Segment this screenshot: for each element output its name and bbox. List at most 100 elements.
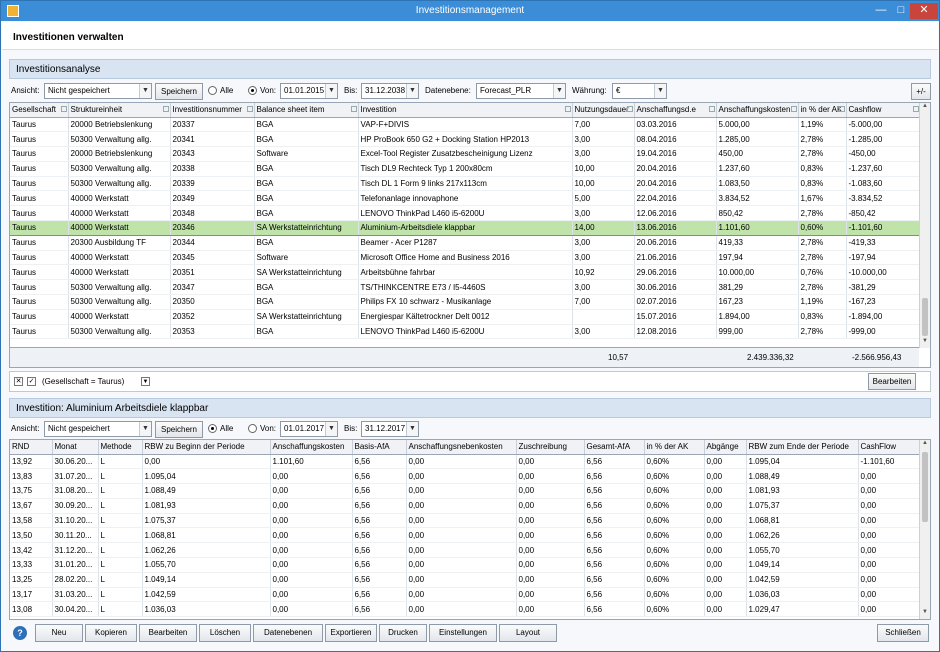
scroll-down-icon[interactable]: ▼ xyxy=(920,609,930,619)
column-header[interactable]: Gesamt-AfA xyxy=(584,440,645,455)
help-icon[interactable]: ? xyxy=(13,626,27,640)
radio-from[interactable] xyxy=(248,86,257,95)
filter-icon[interactable] xyxy=(350,106,357,112)
column-header[interactable]: Methode xyxy=(98,440,143,455)
table-row[interactable]: Taurus 50300 Verwaltung allg. 20347 BGA TS/T… xyxy=(10,279,921,296)
table-row[interactable]: 13,25 28.02.20... L 1.049,14 0,00 6,56 0,00 0,0… xyxy=(10,572,921,588)
table-row[interactable]: Taurus 20000 Betriebslenkung 20343 Software… xyxy=(10,146,921,162)
edit-filter-button[interactable]: Bearbeiten xyxy=(868,373,916,390)
scroll-up-icon[interactable]: ▲ xyxy=(920,440,930,450)
column-header[interactable]: Gesellschaft xyxy=(10,103,69,118)
to-date-input[interactable]: 31.12.2038 ▼ xyxy=(361,83,419,99)
save-detail-view-button[interactable]: Speichern xyxy=(155,421,203,438)
column-header[interactable]: in % der AK xyxy=(644,440,705,455)
table-row[interactable]: Taurus 40000 Werkstatt 20348 BGA LENOVO Thin… xyxy=(10,205,921,222)
column-header[interactable]: Investitionsnummer xyxy=(170,103,255,118)
table-row[interactable]: 13,67 30.09.20... L 1.081,93 0,00 6,56 0,00 0,0… xyxy=(10,498,921,514)
detail-to-date-input[interactable]: 31.12.2017 ▼ xyxy=(361,421,419,437)
table-row[interactable]: Taurus 50300 Verwaltung allg. 20341 BGA HP P… xyxy=(10,131,921,148)
column-header[interactable]: RND xyxy=(10,440,53,455)
currency-select[interactable]: € ▼ xyxy=(612,83,667,99)
filter-icon[interactable] xyxy=(626,106,633,112)
save-view-button[interactable]: Speichern xyxy=(155,83,203,100)
filter-icon[interactable] xyxy=(246,106,253,112)
action-button-2[interactable]: Bearbeiten xyxy=(139,624,197,642)
expand-collapse-button[interactable]: +/- xyxy=(911,83,931,100)
table-row[interactable]: 13,83 31.07.20... L 1.095,04 0,00 6,56 0,00 0,0… xyxy=(10,468,921,485)
table-row[interactable]: 13,33 31.01.20... L 1.055,70 0,00 6,56 0,00 0,0… xyxy=(10,557,921,573)
table-row[interactable]: Taurus 40000 Werkstatt 20352 SA Werkstattei… xyxy=(10,309,921,325)
table-row[interactable]: 13,50 30.11.20... L 1.068,81 0,00 6,56 0,00 0,0… xyxy=(10,527,921,544)
close-icon[interactable]: ✕ xyxy=(910,3,938,19)
column-header[interactable]: Investition xyxy=(358,103,573,118)
action-button-8[interactable]: Layout xyxy=(499,624,557,642)
column-header[interactable]: Zuschreibung xyxy=(516,440,585,455)
column-header[interactable]: Monat xyxy=(52,440,99,455)
column-header[interactable]: Anschaffungskosten xyxy=(716,103,799,118)
column-header[interactable]: Anschaffungskosten xyxy=(270,440,353,455)
maximize-icon[interactable]: □ xyxy=(891,3,911,19)
minimize-icon[interactable]: — xyxy=(871,3,891,19)
column-header[interactable]: RBW zum Ende der Periode xyxy=(746,440,859,455)
table-row[interactable]: Taurus 50300 Verwaltung allg. 20350 BGA Phil… xyxy=(10,294,921,310)
scroll-down-icon[interactable]: ▼ xyxy=(920,338,930,348)
clear-filter-icon[interactable]: ✕ xyxy=(14,377,23,386)
column-header[interactable]: Cashflow xyxy=(846,103,921,118)
column-header[interactable]: Anschaffungsd.e xyxy=(634,103,717,118)
action-button-7[interactable]: Einstellungen xyxy=(429,624,497,642)
table-row[interactable]: 13,17 31.03.20... L 1.042,59 0,00 6,56 0,00 0,0… xyxy=(10,587,921,603)
action-button-1[interactable]: Kopieren xyxy=(85,624,137,642)
table-row[interactable]: 13,92 30.06.20... L 0,00 1.101,60 6,56 0,00 0,0… xyxy=(10,454,921,470)
filter-checkbox[interactable]: ✓ xyxy=(27,377,36,386)
column-header[interactable]: Abgänge xyxy=(704,440,747,455)
filter-icon[interactable] xyxy=(912,106,919,112)
filter-icon[interactable] xyxy=(162,106,169,112)
filter-icon[interactable] xyxy=(564,106,571,112)
scroll-up-icon[interactable]: ▲ xyxy=(920,103,930,113)
column-header[interactable]: Balance sheet item xyxy=(254,103,359,118)
table-row[interactable]: 13,08 30.04.20... L 1.036,03 0,00 6,56 0,00 0,0… xyxy=(10,601,921,618)
depreciation-table-scrollbar[interactable]: ▲ ▼ xyxy=(919,440,930,619)
table-row[interactable]: 13,75 31.08.20... L 1.088,49 0,00 6,56 0,00 0,0… xyxy=(10,483,921,499)
column-header[interactable]: Nutzungsdauer xyxy=(572,103,635,118)
table-row[interactable]: Taurus 40000 Werkstatt 20346 SA Werkstattei… xyxy=(10,220,921,236)
action-button-5[interactable]: Exportieren xyxy=(325,624,377,642)
filter-icon[interactable] xyxy=(60,106,67,112)
table-row[interactable]: Taurus 50300 Verwaltung allg. 20353 BGA LENO… xyxy=(10,324,921,340)
table-row[interactable]: Taurus 50300 Verwaltung allg. 20338 BGA Tisc… xyxy=(10,161,921,177)
column-header[interactable]: in % der AK xyxy=(798,103,847,118)
action-button-6[interactable]: Drucken xyxy=(379,624,427,642)
column-header[interactable]: Basis-AfA xyxy=(352,440,407,455)
filter-icon[interactable] xyxy=(790,106,797,112)
table-row[interactable]: Taurus 40000 Werkstatt 20349 BGA Telefonanla… xyxy=(10,190,921,207)
detail-radio-all[interactable] xyxy=(208,424,217,433)
column-header[interactable]: Struktureinheit xyxy=(68,103,171,118)
column-header[interactable]: RBW zu Beginn der Periode xyxy=(142,440,271,455)
action-button-4[interactable]: Datenebenen xyxy=(253,624,323,642)
scroll-thumb[interactable] xyxy=(922,298,928,336)
from-date-input[interactable]: 01.01.2015 ▼ xyxy=(280,83,338,99)
table-row[interactable]: Taurus 40000 Werkstatt 20345 Software Micros… xyxy=(10,250,921,266)
column-header[interactable]: CashFlow xyxy=(858,440,921,455)
action-button-3[interactable]: Löschen xyxy=(199,624,251,642)
table-row[interactable]: 13,42 31.12.20... L 1.062,26 0,00 6,56 0,00 0,0… xyxy=(10,542,921,559)
filter-icon[interactable] xyxy=(708,106,715,112)
table-row[interactable]: 13,58 31.10.20... L 1.075,37 0,00 6,56 0,00 0,0… xyxy=(10,513,921,529)
table-row[interactable]: Taurus 20300 Ausbildung TF 20344 BGA Beamer … xyxy=(10,235,921,251)
filter-dropdown-icon[interactable]: ▼ xyxy=(141,377,150,386)
table-row[interactable]: Taurus 50300 Verwaltung allg. 20339 BGA Tisc… xyxy=(10,176,921,192)
detail-radio-from[interactable] xyxy=(248,424,257,433)
close-button[interactable]: Schließen xyxy=(877,624,929,642)
radio-all[interactable] xyxy=(208,86,217,95)
detail-from-date-input[interactable]: 01.01.2017 ▼ xyxy=(280,421,338,437)
action-button-0[interactable]: Neu xyxy=(35,624,83,642)
investment-table-scrollbar[interactable]: ▲ ▼ xyxy=(919,103,930,348)
column-header[interactable]: Anschaffungsnebenkosten xyxy=(406,440,517,455)
detail-view-select[interactable]: Nicht gespeichert ▼ xyxy=(44,421,152,437)
table-row[interactable]: Taurus 20000 Betriebslenkung 20337 BGA VAP-F… xyxy=(10,117,921,133)
table-row[interactable]: Taurus 40000 Werkstatt 20351 SA Werkstattei… xyxy=(10,264,921,281)
view-select[interactable]: Nicht gespeichert ▼ xyxy=(44,83,152,99)
data-level-select[interactable]: Forecast_PLR ▼ xyxy=(476,83,566,99)
scroll-thumb[interactable] xyxy=(922,452,928,522)
filter-icon[interactable] xyxy=(838,106,845,112)
